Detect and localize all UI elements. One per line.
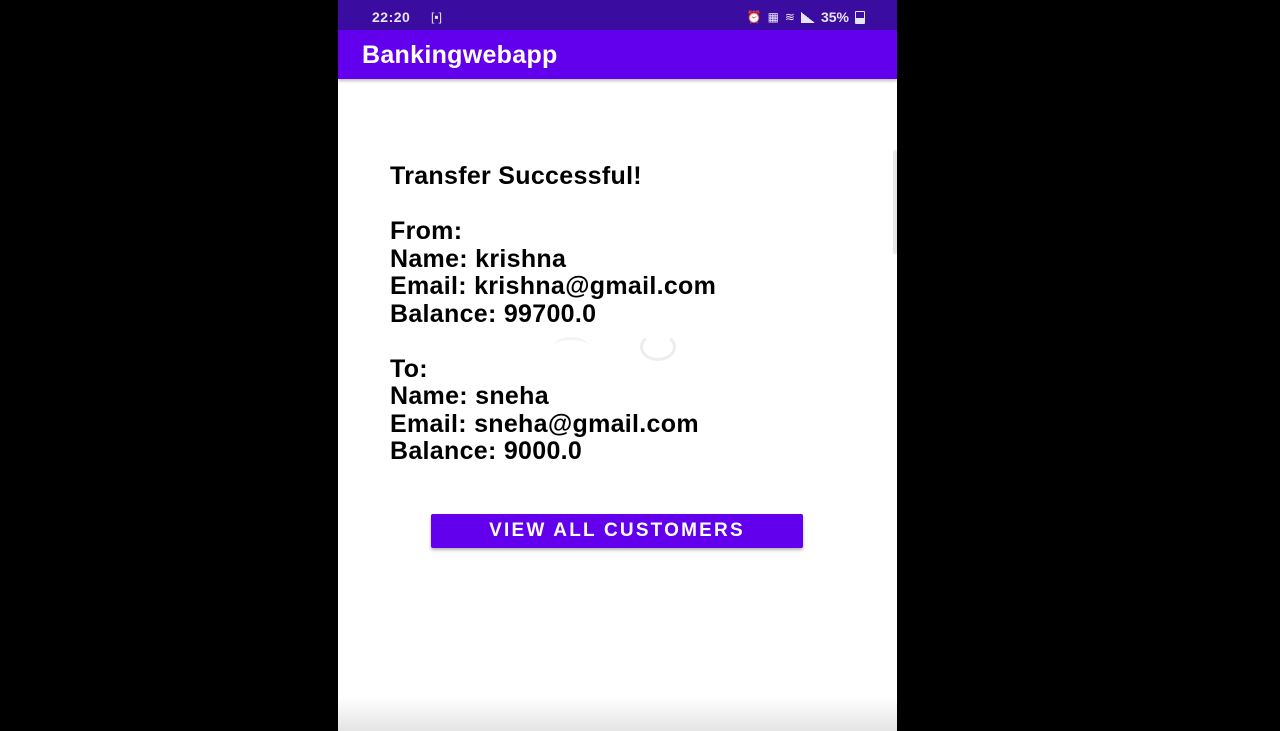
navigation-bar: [338, 697, 897, 731]
volte-icon: ▦: [767, 10, 779, 24]
battery-percent: 35%: [820, 9, 849, 25]
screen-record-icon: [▪]: [431, 10, 442, 24]
app-bar: Bankingwebapp: [338, 30, 897, 79]
phone-screen: 22:20 [▪] ⏰ ▦ ≋ 35% Bankingwebapp Transf…: [338, 0, 897, 731]
loading-spinner: [640, 333, 676, 361]
loading-spinner-ghost: [554, 337, 588, 354]
signal-icon: [800, 11, 815, 23]
alarm-icon: ⏰: [746, 10, 762, 24]
to-email: Email: sneha@gmail.com: [390, 409, 699, 438]
scrollbar[interactable]: [893, 150, 897, 254]
app-title: Bankingwebapp: [362, 41, 558, 69]
battery-icon: [855, 10, 865, 24]
wifi-icon: ≋: [784, 10, 795, 24]
from-balance: Balance: 99700.0: [390, 299, 597, 328]
status-bar: 22:20 [▪] ⏰ ▦ ≋ 35%: [338, 0, 897, 30]
transfer-details: Transfer Successful! From: Name: krishna…: [390, 162, 717, 466]
from-email: Email: krishna@gmail.com: [390, 272, 717, 300]
from-label: From:: [390, 217, 463, 245]
to-name: Name: sneha: [390, 382, 549, 410]
to-label: To:: [390, 354, 428, 383]
status-icons: ⏰ ▦ ≋ 35%: [747, 9, 865, 25]
to-balance: Balance: 9000.0: [390, 437, 583, 465]
status-time: 22:20: [372, 9, 411, 25]
transfer-heading: Transfer Successful!: [390, 162, 642, 190]
view-all-customers-button[interactable]: VIEW ALL CUSTOMERS: [431, 514, 803, 548]
from-name: Name: krishna: [390, 244, 567, 273]
